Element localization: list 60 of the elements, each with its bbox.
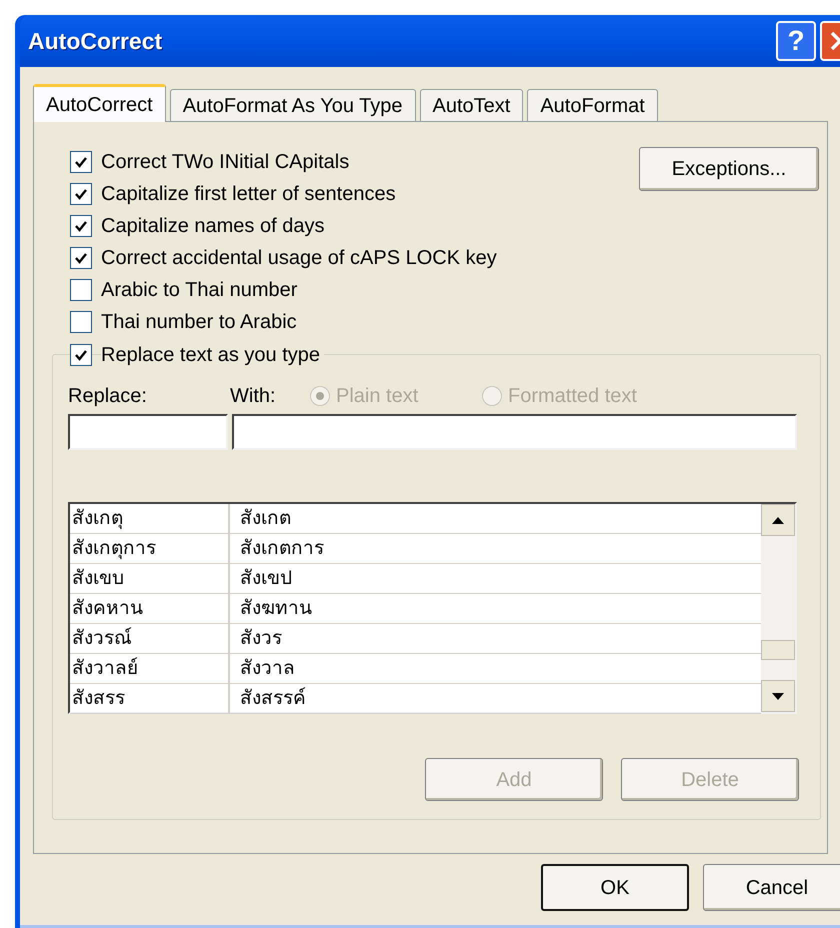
tab[interactable]: AutoText: [420, 89, 524, 121]
scroll-up-button[interactable]: [761, 504, 795, 536]
option-label: Correct accidental usage of cAPS LOCK key: [101, 246, 497, 271]
checkbox[interactable]: [70, 151, 92, 173]
radio-label: Formatted text: [508, 384, 637, 409]
checkbox[interactable]: [70, 247, 92, 269]
list-row[interactable]: สังวรณ์ สังวร: [70, 624, 761, 654]
dialog-button[interactable]: Cancel: [703, 864, 840, 911]
replace-cell: สังเขบ: [70, 564, 230, 593]
list-row[interactable]: สังวาลย์ สังวาล: [70, 654, 761, 684]
replace-cell: สังสรร: [70, 684, 230, 713]
option-label: Arabic to Thai number: [101, 278, 298, 303]
list-row[interactable]: สังเขบ สังเขป: [70, 564, 761, 594]
help-button[interactable]: ?: [776, 21, 816, 61]
tab[interactable]: AutoFormat: [527, 89, 658, 121]
scroll-thumb[interactable]: [761, 640, 795, 660]
checkmark-icon: [74, 251, 88, 265]
checkmark-icon: [74, 155, 88, 169]
replace-label: Replace:: [68, 384, 148, 409]
with-cell-text: สังวร: [239, 627, 283, 651]
replace-cell: สังวรณ์: [70, 624, 230, 653]
with-cell-text: สังสรรค์: [239, 686, 307, 711]
list-row[interactable]: สังคหาน สังฆทาน: [70, 594, 761, 624]
list-row[interactable]: สังสรร สังสรรค์: [70, 684, 761, 714]
with-cell-text: สังวาล: [239, 657, 296, 681]
with-cell-text: สังเกตการ: [239, 537, 325, 561]
option-label: Capitalize first letter of sentences: [101, 182, 396, 207]
scrollbar[interactable]: [761, 504, 795, 712]
with-field[interactable]: [232, 414, 797, 450]
option-label: Thai number to Arabic: [101, 310, 297, 335]
with-cell-text: สังเขป: [239, 567, 293, 591]
checkmark-icon: [74, 187, 88, 201]
scroll-down-button[interactable]: [761, 680, 795, 712]
checkbox[interactable]: [70, 344, 92, 366]
replace-cell: สังเกตุ: [70, 504, 230, 533]
option-label: Correct TWo INitial CApitals: [101, 150, 350, 175]
replace-cell: สังเกตุการ: [70, 534, 230, 563]
exceptions-button[interactable]: Exceptions...: [639, 147, 819, 191]
window-title: AutoCorrect: [28, 26, 162, 56]
checkbox[interactable]: [70, 215, 92, 237]
down-arrow-icon: [772, 692, 784, 700]
list-row[interactable]: สังเกตุ สังเกต: [70, 504, 761, 534]
radio-label: Plain text: [336, 384, 418, 409]
replace-cell: สังคหาน: [70, 594, 230, 623]
dialog-button[interactable]: OK: [541, 864, 689, 911]
replace-cell: สังวาลย์: [70, 654, 230, 683]
with-cell-text: สังเกต: [239, 507, 292, 531]
list-row[interactable]: สังเกตุการ สังเกตการ: [70, 534, 761, 564]
checkmark-icon: [74, 219, 88, 233]
checkbox[interactable]: [70, 279, 92, 301]
with-cell-text: สังฆทาน: [239, 597, 313, 621]
tab[interactable]: AutoFormat As You Type: [170, 89, 416, 121]
up-arrow-icon: [772, 516, 784, 524]
checkmark-icon: [74, 348, 88, 362]
checkbox[interactable]: [70, 311, 92, 333]
replace-field[interactable]: [68, 414, 228, 450]
checkbox[interactable]: [70, 183, 92, 205]
option-label: Capitalize names of days: [101, 214, 324, 239]
tab[interactable]: AutoCorrect: [33, 84, 166, 122]
with-label: With:: [230, 384, 277, 409]
